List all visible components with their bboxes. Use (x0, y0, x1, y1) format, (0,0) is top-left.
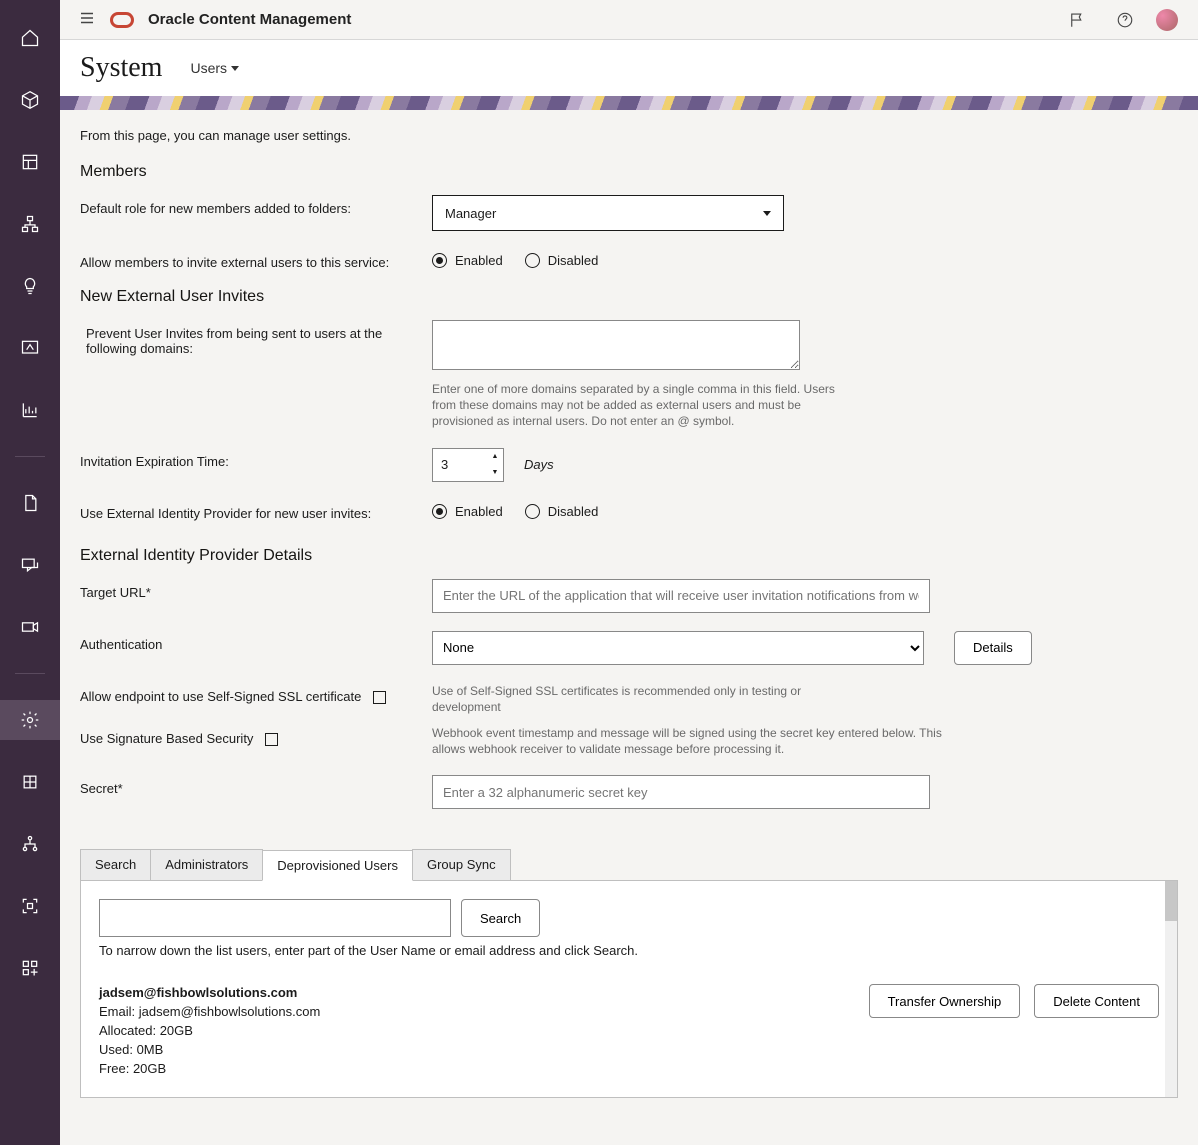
prevent-domains-textarea[interactable] (432, 320, 800, 370)
rail-bulb-icon[interactable] (0, 266, 60, 306)
default-role-label: Default role for new members added to fo… (80, 195, 432, 216)
radio-icon (525, 504, 540, 519)
decorative-stripe (60, 96, 1198, 110)
help-icon[interactable] (1108, 3, 1142, 37)
target-url-input[interactable] (432, 579, 930, 613)
secret-input[interactable] (432, 775, 930, 809)
prevent-domains-hint: Enter one of more domains separated by a… (432, 381, 852, 430)
invites-heading: New External User Invites (80, 288, 1178, 306)
flag-icon[interactable] (1060, 3, 1094, 37)
rail-apps-icon[interactable] (0, 948, 60, 988)
tab-deprovisioned-users[interactable]: Deprovisioned Users (262, 850, 413, 881)
rail-screen-icon[interactable] (0, 328, 60, 368)
self-signed-hint: Use of Self-Signed SSL certificates is r… (432, 683, 852, 715)
section-dropdown-label: Users (190, 60, 227, 76)
enabled-label: Enabled (455, 253, 503, 268)
menu-toggle-icon[interactable] (78, 9, 96, 30)
rail-divider (15, 456, 45, 457)
use-idp-disabled-radio[interactable]: Disabled (525, 504, 599, 519)
tab-panel: Search To narrow down the list users, en… (80, 881, 1178, 1097)
allow-external-enabled-radio[interactable]: Enabled (432, 253, 503, 268)
user-name: jadsem@fishbowlsolutions.com (99, 984, 320, 1003)
rail-sitemap-icon[interactable] (0, 204, 60, 244)
rail-capture-icon[interactable] (0, 886, 60, 926)
default-role-select[interactable]: Manager (432, 195, 784, 231)
signature-checkbox[interactable] (265, 733, 278, 746)
section-dropdown[interactable]: Users (190, 60, 239, 76)
rail-hierarchy-icon[interactable] (0, 824, 60, 864)
radio-icon (525, 253, 540, 268)
signature-row: Use Signature Based Security (80, 725, 432, 746)
target-url-label: Target URL* (80, 579, 432, 600)
rail-settings-icon[interactable] (0, 700, 60, 740)
tab-administrators[interactable]: Administrators (150, 849, 263, 880)
page-title: System (80, 52, 162, 84)
auth-select[interactable]: None (432, 631, 924, 665)
delete-content-button[interactable]: Delete Content (1034, 984, 1159, 1018)
disabled-label: Disabled (548, 253, 599, 268)
chevron-down-icon (763, 211, 771, 216)
expiration-spinner[interactable]: 3 ▲ ▼ (432, 448, 504, 482)
details-button[interactable]: Details (954, 631, 1032, 665)
radio-icon (432, 504, 447, 519)
rail-integration-icon[interactable] (0, 762, 60, 802)
app-title: Oracle Content Management (148, 11, 351, 28)
tab-search[interactable]: Search (80, 849, 151, 880)
expiration-value: 3 (433, 457, 487, 472)
enabled-label: Enabled (455, 504, 503, 519)
auth-label: Authentication (80, 631, 432, 652)
expiration-unit: Days (524, 457, 554, 472)
user-used: Used: 0MB (99, 1041, 320, 1060)
user-search-hint: To narrow down the list users, enter par… (99, 943, 1159, 958)
self-signed-label: Allow endpoint to use Self-Signed SSL ce… (80, 689, 361, 704)
transfer-ownership-button[interactable]: Transfer Ownership (869, 984, 1021, 1018)
user-allocated: Allocated: 20GB (99, 1022, 320, 1041)
expiration-label: Invitation Expiration Time: (80, 448, 432, 469)
spinner-down-icon[interactable]: ▼ (487, 465, 503, 481)
allow-external-disabled-radio[interactable]: Disabled (525, 253, 599, 268)
signature-label: Use Signature Based Security (80, 731, 253, 746)
idp-heading: External Identity Provider Details (80, 547, 1178, 565)
self-signed-checkbox[interactable] (373, 691, 386, 704)
scrollbar[interactable] (1165, 881, 1177, 1096)
user-free: Free: 20GB (99, 1060, 320, 1079)
use-idp-enabled-radio[interactable]: Enabled (432, 504, 503, 519)
tab-group-sync[interactable]: Group Sync (412, 849, 511, 880)
user-info: jadsem@fishbowlsolutions.com Email: jads… (99, 984, 320, 1078)
rail-layout-icon[interactable] (0, 142, 60, 182)
user-search-input[interactable] (99, 899, 451, 937)
rail-divider (15, 673, 45, 674)
rail-video-icon[interactable] (0, 607, 60, 647)
oracle-logo-icon (110, 12, 134, 28)
rail-chat-icon[interactable] (0, 545, 60, 585)
use-idp-label: Use External Identity Provider for new u… (80, 500, 432, 521)
prevent-domains-label: Prevent User Invites from being sent to … (80, 320, 432, 356)
signature-hint: Webhook event timestamp and message will… (432, 725, 952, 757)
default-role-value: Manager (445, 206, 496, 221)
user-tabs: Search Administrators Deprovisioned User… (80, 849, 1178, 881)
page-intro-text: From this page, you can manage user sett… (80, 128, 1178, 143)
rail-cube-icon[interactable] (0, 80, 60, 120)
secret-label: Secret* (80, 775, 432, 796)
user-search-button[interactable]: Search (461, 899, 540, 937)
disabled-label: Disabled (548, 504, 599, 519)
members-heading: Members (80, 163, 1178, 181)
rail-home-icon[interactable] (0, 18, 60, 58)
left-nav-rail (0, 0, 60, 1145)
page-subheader: System Users (60, 40, 1198, 96)
spinner-up-icon[interactable]: ▲ (487, 449, 503, 465)
user-avatar[interactable] (1156, 9, 1178, 31)
user-email: Email: jadsem@fishbowlsolutions.com (99, 1003, 320, 1022)
allow-external-label: Allow members to invite external users t… (80, 249, 432, 270)
top-bar: Oracle Content Management (60, 0, 1198, 40)
chevron-down-icon (231, 66, 239, 71)
radio-icon (432, 253, 447, 268)
rail-document-icon[interactable] (0, 483, 60, 523)
rail-chart-icon[interactable] (0, 390, 60, 430)
self-signed-row: Allow endpoint to use Self-Signed SSL ce… (80, 683, 432, 704)
